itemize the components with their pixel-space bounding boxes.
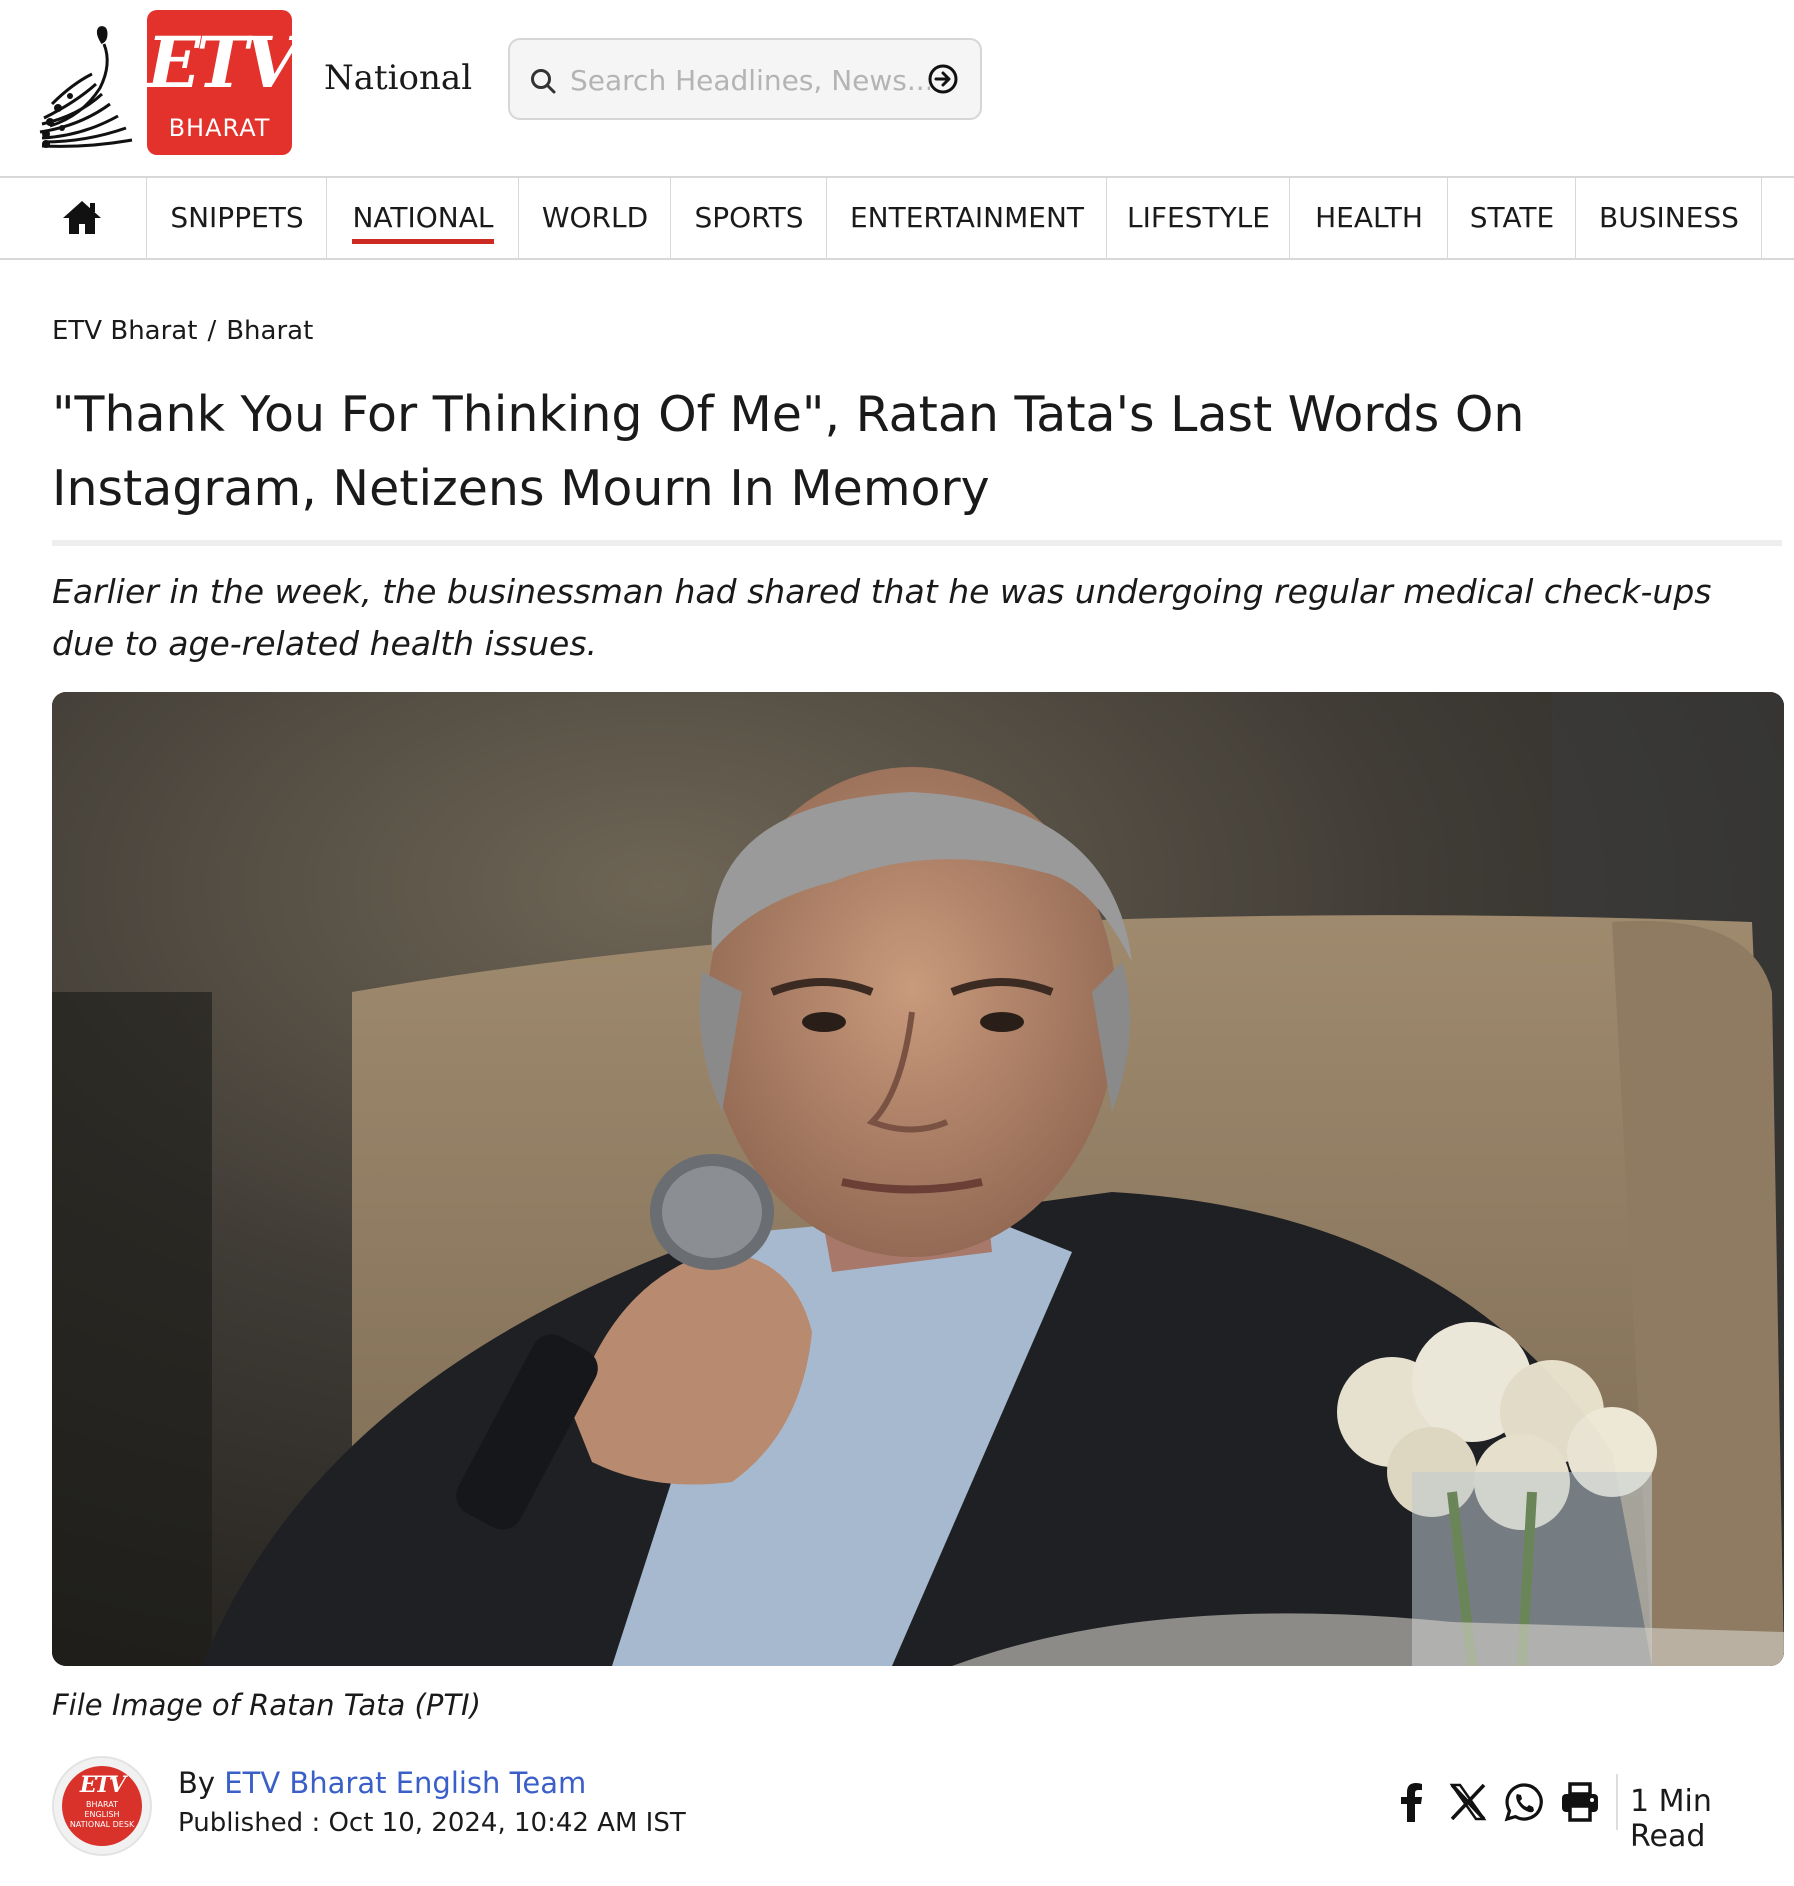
nav-item-label: ENTERTAINMENT [849, 201, 1085, 234]
search-submit-icon[interactable] [926, 62, 960, 96]
active-nav-underline [352, 239, 494, 244]
nav-item-label: NATIONAL [352, 201, 494, 234]
nav-item-label: HEALTH [1315, 201, 1423, 234]
share-divider [1616, 1774, 1618, 1830]
section-name[interactable]: National [324, 58, 472, 98]
nav-item-national[interactable]: NATIONAL [326, 178, 519, 258]
avatar-line-3: NATIONAL DESK [69, 1820, 135, 1829]
byline-prefix: By [178, 1766, 216, 1800]
nav-item-state[interactable]: STATE [1447, 178, 1576, 258]
etv-bharat-logo[interactable]: ETV BHARAT [147, 10, 292, 155]
nav-item-business[interactable]: BUSINESS [1575, 178, 1762, 258]
home-icon[interactable] [60, 196, 104, 240]
nav-item-snippets[interactable]: SNIPPETS [146, 178, 327, 258]
facebook-icon[interactable] [1390, 1780, 1434, 1824]
read-time: 1 Min Read [1630, 1784, 1712, 1854]
article-hero-image [52, 692, 1784, 1666]
author-link[interactable]: ETV Bharat English Team [224, 1766, 586, 1800]
article-headline: "Thank You For Thinking Of Me", Ratan Ta… [52, 386, 1525, 517]
author-avatar[interactable]: ETV BHARAT ENGLISH NATIONAL DESK [52, 1756, 152, 1856]
search-box[interactable] [508, 38, 982, 120]
print-icon[interactable] [1558, 1780, 1602, 1824]
avatar-line-1: BHARAT [86, 1800, 118, 1809]
nav-item-sports[interactable]: SPORTS [670, 178, 827, 258]
hero-image-illustration [52, 692, 1784, 1666]
byline: By ETV Bharat English Team [178, 1766, 586, 1800]
nav-item-entertainment[interactable]: ENTERTAINMENT [826, 178, 1107, 258]
nav-item-overflow[interactable] [1761, 178, 1794, 258]
nav-item-health[interactable]: HEALTH [1289, 178, 1448, 258]
avatar-logo-text: ETV [79, 1772, 126, 1798]
nav-item-label: SNIPPETS [170, 201, 304, 234]
nav-item-world[interactable]: WORLD [518, 178, 671, 258]
search-icon [531, 69, 556, 94]
x-icon[interactable] [1446, 1780, 1490, 1824]
nav-item-label: SPORTS [694, 201, 804, 234]
nav-item-lifestyle[interactable]: LIFESTYLE [1106, 178, 1290, 258]
headline-divider [52, 540, 1782, 546]
breadcrumb-home-link[interactable]: ETV Bharat [52, 316, 197, 346]
nav-item-label: LIFESTYLE [1127, 201, 1270, 234]
main-nav: SNIPPETS NATIONAL WORLD SPORTS ENTERTAIN… [0, 176, 1794, 260]
logo-etv-text: ETV [147, 21, 292, 104]
nav-item-label: WORLD [541, 201, 649, 234]
whatsapp-icon[interactable] [1502, 1780, 1546, 1824]
avatar-line-2: ENGLISH [84, 1810, 120, 1819]
breadcrumb-bharat-link[interactable]: Bharat [226, 316, 313, 346]
image-caption: File Image of Ratan Tata (PTI) [52, 1688, 481, 1722]
site-header: ETV BHARAT National [0, 0, 1794, 176]
nav-item-label: STATE [1469, 201, 1555, 234]
breadcrumb-separator: / [207, 316, 217, 346]
logo-bharat-text: BHARAT [168, 114, 271, 142]
author-avatar-logo: ETV BHARAT ENGLISH NATIONAL DESK [62, 1766, 142, 1846]
nav-item-label: BUSINESS [1599, 201, 1739, 234]
article-subhead: Earlier in the week, the businessman had… [52, 572, 1712, 663]
publish-date: Published : Oct 10, 2024, 10:42 AM IST [178, 1808, 686, 1838]
peacock-logo-icon[interactable] [32, 24, 150, 152]
breadcrumb: ETV Bharat / Bharat [52, 316, 323, 346]
search-input[interactable] [568, 56, 932, 104]
